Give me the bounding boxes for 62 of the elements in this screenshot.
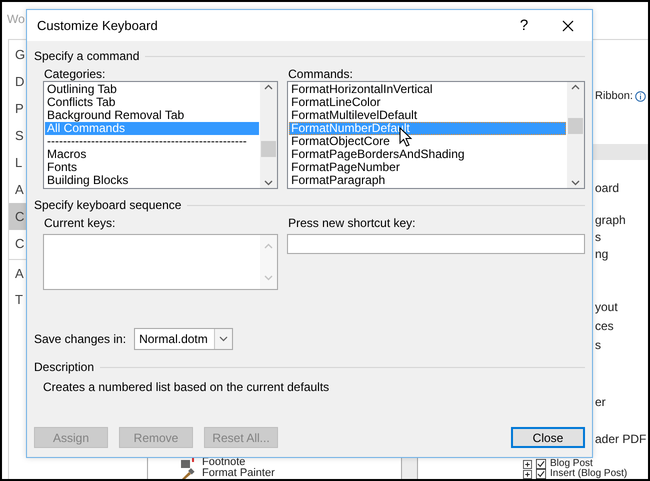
tree-item[interactable]: Insert (Blog Post) [550,469,628,479]
chevron-down-icon [219,336,228,342]
list-item[interactable]: Conflicts Tab [45,96,260,109]
list-item[interactable]: FormatPageNumber [289,161,566,174]
list-item[interactable]: Building Blocks [45,174,260,187]
list-item[interactable]: FormatPageBordersAndShading [289,148,566,161]
tree-item[interactable]: s [595,337,648,354]
shortcut-input-field[interactable] [287,234,585,254]
ribbon-label: Ribbon: [595,88,648,104]
tree-item[interactable]: er [595,394,648,411]
brush-icon [180,468,196,479]
group-label: Description [34,360,94,374]
tree-item[interactable]: ader PDF [595,431,648,448]
scrollbar[interactable] [567,82,584,188]
field-label: Current keys: [44,217,116,230]
dialog-title: Customize Keyboard [37,18,159,33]
expand-icon[interactable] [523,460,532,468]
dialog-button[interactable]: Close [511,427,585,448]
scrollbar[interactable] [260,82,278,188]
list-item[interactable]: FormatObjectCore [289,135,566,148]
list-item[interactable]: FormatParagraph [289,174,566,187]
list-item[interactable]: Footnote [180,457,401,468]
checkbox[interactable] [536,459,546,469]
list-box[interactable]: FormatHorizontalInVertical FormatLineColor FormatMultilevelDefault FormatNumberDefault FormatObjectCore FormatPageBordersAndShading FormatPageNumber FormatParagraph [287,81,585,189]
list-item[interactable]: FormatMultilevelDefault [289,109,566,122]
list-item[interactable]: Macros [45,148,260,161]
info-icon[interactable] [634,90,646,102]
list-item[interactable]: FormatLineColor [289,96,566,109]
tree-item[interactable]: yout [595,299,648,316]
list-item[interactable]: Fonts [45,161,260,174]
scroll-thumb[interactable] [261,141,276,157]
list-item[interactable]: Outlining Tab [45,83,260,96]
help-button[interactable]: ? [502,10,546,41]
tree-item[interactable]: s [595,229,648,246]
description-text: Creates a numbered list based on the current defaults [42,380,330,394]
group-label: Specify a command [34,49,140,63]
tree-item[interactable]: oard [595,180,648,197]
group-label: Specify keyboard sequence [34,198,182,212]
list-item[interactable]: FormatHorizontalInVertical [289,83,566,96]
field-label: Press new shortcut key: [288,217,417,230]
list-label: Categories: [44,68,106,81]
save-dropdown[interactable]: Normal.dotm [134,328,234,350]
scroll-thumb[interactable] [568,118,583,134]
chevron-up-icon[interactable] [264,84,274,90]
tree-item[interactable]: ces [595,318,648,335]
close-icon [562,20,574,32]
list-label: Commands: [288,68,354,81]
list-item[interactable]: -------------------------------------------------- [45,135,260,148]
list-item[interactable]: Background Removal Tab [45,109,260,122]
window-title: Wo [6,11,25,28]
list-box[interactable]: Outlining Tab Conflicts Tab Background Removal Tab All Commands -------------------------------------------------- Macros Fonts Building Blocks [43,81,278,189]
checkbox[interactable] [536,469,546,479]
tree-item[interactable]: graph [595,212,648,229]
field-label: Save changes in: [34,332,126,346]
chevron-down-icon[interactable] [264,180,274,186]
chevron-down-icon[interactable] [571,180,580,186]
tree-item[interactable]: ng [595,246,648,263]
chevron-up-icon[interactable] [571,84,580,90]
list-item[interactable]: Format Painter [180,468,401,479]
tree-item[interactable]: Blog Post [550,459,593,469]
expand-icon[interactable] [523,470,532,478]
footnote-icon [180,456,196,468]
